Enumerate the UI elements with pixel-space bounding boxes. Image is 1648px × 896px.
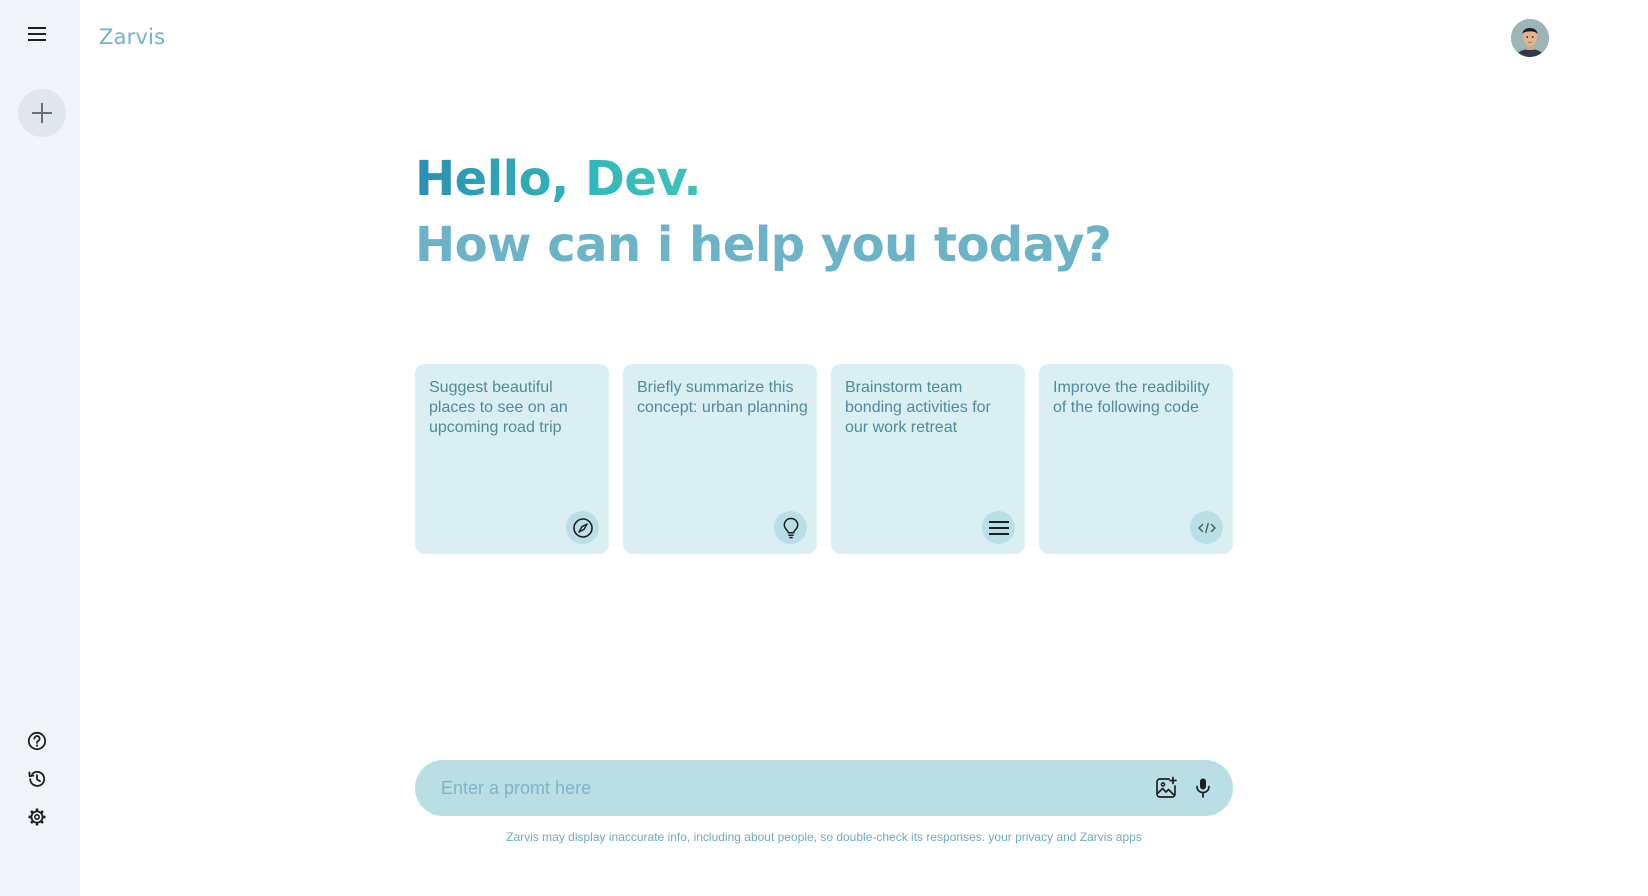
suggestion-card-text: Suggest beautiful places to see on an up… bbox=[429, 379, 568, 436]
lightbulb-icon bbox=[774, 511, 807, 544]
brand-title: Zarvis bbox=[99, 25, 166, 49]
compass-icon bbox=[566, 511, 599, 544]
prompt-input[interactable] bbox=[441, 760, 1141, 816]
app-root: Zarvis Hello, Dev. How can i help you to… bbox=[0, 0, 1648, 896]
greeting-heading: Hello, Dev. bbox=[415, 148, 702, 210]
suggestion-card-team-bonding[interactable]: Brainstorm team bonding activities for o… bbox=[831, 364, 1025, 554]
history-button[interactable] bbox=[23, 765, 51, 793]
add-image-button[interactable] bbox=[1152, 774, 1180, 802]
sidebar bbox=[0, 0, 80, 896]
code-icon bbox=[1190, 511, 1223, 544]
settings-icon bbox=[28, 808, 46, 826]
suggestion-card-text: Brainstorm team bonding activities for o… bbox=[845, 379, 991, 436]
disclaimer-text: Zarvis may display inaccurate info, incl… bbox=[506, 830, 1142, 844]
mic-button[interactable] bbox=[1190, 774, 1216, 802]
user-avatar-icon bbox=[1511, 19, 1549, 57]
menu-icon bbox=[28, 27, 46, 41]
suggestion-card-urban-planning[interactable]: Briefly summarize this concept: urban pl… bbox=[623, 364, 817, 554]
settings-button[interactable] bbox=[23, 803, 51, 831]
add-image-icon bbox=[1156, 776, 1177, 798]
help-button[interactable] bbox=[23, 727, 51, 755]
suggestion-card-text: Briefly summarize this concept: urban pl… bbox=[637, 379, 808, 416]
new-chat-button[interactable] bbox=[18, 89, 66, 137]
menu-button[interactable] bbox=[22, 19, 52, 49]
suggestion-card-code-readability[interactable]: Improve the readibility of the following… bbox=[1039, 364, 1233, 554]
suggestion-card-text: Improve the readibility of the following… bbox=[1053, 379, 1210, 416]
help-icon bbox=[27, 731, 47, 751]
suggestion-card-road-trip[interactable]: Suggest beautiful places to see on an up… bbox=[415, 364, 609, 554]
avatar[interactable] bbox=[1511, 19, 1549, 57]
greeting-subheading: How can i help you today? bbox=[415, 217, 1112, 273]
list-icon bbox=[982, 511, 1015, 544]
prompt-bar bbox=[415, 760, 1233, 816]
mic-icon bbox=[1196, 778, 1210, 798]
plus-icon bbox=[32, 103, 52, 123]
history-icon bbox=[28, 771, 46, 787]
